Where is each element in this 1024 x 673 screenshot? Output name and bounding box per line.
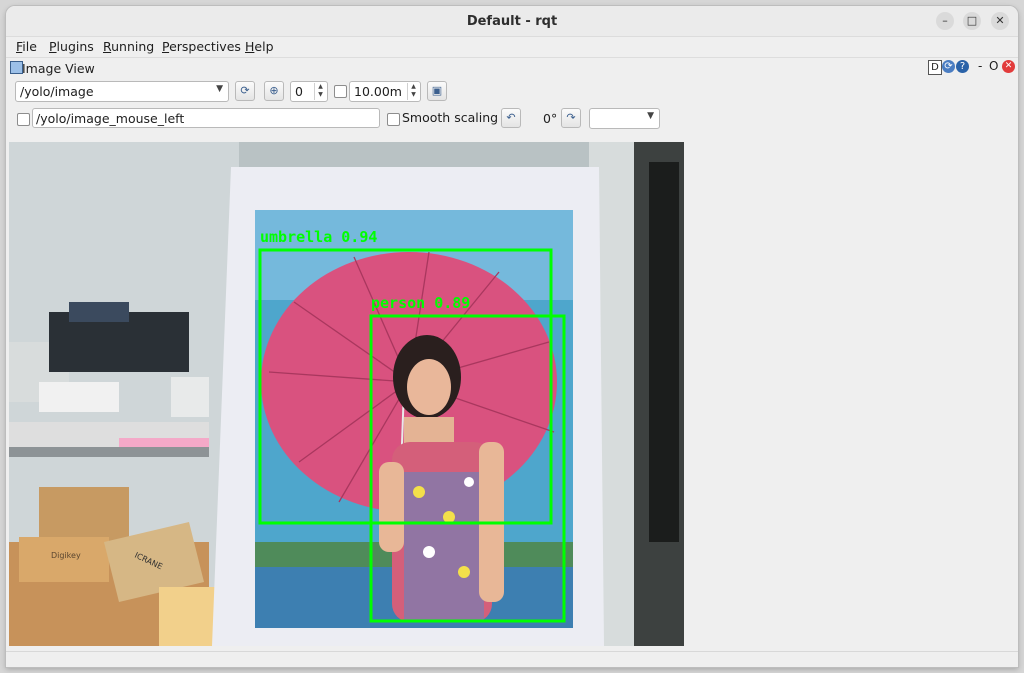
menu-plugins[interactable]: Plugins [49, 39, 94, 54]
close-button[interactable]: ✕ [991, 12, 1009, 30]
smooth-scaling-label: Smooth scaling [402, 110, 499, 125]
rotate-right-button[interactable]: ↷ [561, 108, 581, 128]
rotate-left-icon: ↶ [506, 111, 516, 124]
rqt-window: Default - rqt – □ ✕ File Plugins Running… [6, 6, 1018, 667]
topic-combo[interactable]: /yolo/image ▼ [15, 81, 229, 102]
rotate-right-icon: ↷ [566, 111, 576, 124]
dock-d-button[interactable]: D [928, 60, 942, 75]
refresh-icon: ⟳ [240, 84, 250, 97]
mouse-publish-checkbox[interactable] [17, 113, 30, 126]
box-label-text: Digikey [51, 551, 81, 560]
maximize-button[interactable]: □ [963, 12, 981, 30]
dock-title: Image View [22, 61, 95, 76]
reload-icon[interactable]: ⟳ [942, 60, 955, 73]
topic-value: /yolo/image [20, 84, 94, 99]
mouse-topic-input[interactable]: /yolo/image_mouse_left [32, 108, 380, 128]
window-title: Default - rqt [466, 14, 558, 29]
smooth-scaling-checkbox[interactable] [387, 113, 400, 126]
title-bar[interactable]: Default - rqt – □ ✕ [6, 6, 1018, 37]
dock-minimize-button[interactable]: - [978, 59, 982, 73]
rotate-left-button[interactable]: ↶ [501, 108, 521, 128]
rotation-value: 0° [543, 111, 558, 126]
menu-file[interactable]: File [16, 39, 37, 54]
detection-label-person: person 0.89 [371, 294, 470, 312]
refresh-topics-button[interactable]: ⟳ [235, 81, 255, 101]
dock-float-button[interactable]: O [989, 59, 998, 73]
minimize-button[interactable]: – [936, 12, 954, 30]
save-icon: ▣ [431, 84, 443, 97]
chevron-down-icon: ▼ [647, 111, 654, 121]
menu-perspectives[interactable]: Perspectives [162, 39, 241, 54]
image-display[interactable]: Digikey ICRANE umbrella 0.94 person 0.89 [9, 142, 684, 646]
menu-running[interactable]: Running [103, 39, 154, 54]
chevron-down-icon: ▼ [216, 84, 223, 94]
num-spinbox[interactable]: 0 ▲ ▼ [290, 81, 328, 102]
spin-arrows-icon[interactable]: ▲ ▼ [314, 83, 326, 100]
duration-spinbox[interactable]: 10.00m ▲ ▼ [349, 81, 421, 102]
duration-value: 10.00m [354, 84, 402, 99]
menu-help[interactable]: Help [245, 39, 274, 54]
help-icon[interactable]: ? [956, 60, 969, 73]
spin-arrows-icon[interactable]: ▲ ▼ [407, 83, 419, 100]
menu-bar: File Plugins Running Perspectives Help [6, 37, 1018, 58]
save-image-button[interactable]: ▣ [427, 81, 447, 101]
detection-label-umbrella: umbrella 0.94 [260, 228, 377, 246]
camera-frame: Digikey ICRANE umbrella 0.94 person 0.89 [9, 142, 684, 646]
close-icon[interactable]: ✕ [1002, 60, 1015, 73]
num-spin-value: 0 [295, 84, 303, 99]
dock-header[interactable]: Image View D ⟳ ? - O ✕ [6, 59, 1018, 77]
zoom-icon: ⊕ [269, 84, 279, 97]
mouse-topic-value: /yolo/image_mouse_left [36, 111, 185, 126]
color-scheme-combo[interactable]: ▼ [589, 108, 660, 129]
status-strip [6, 651, 1018, 667]
duration-checkbox[interactable] [334, 85, 347, 98]
zoom-button[interactable]: ⊕ [264, 81, 284, 101]
